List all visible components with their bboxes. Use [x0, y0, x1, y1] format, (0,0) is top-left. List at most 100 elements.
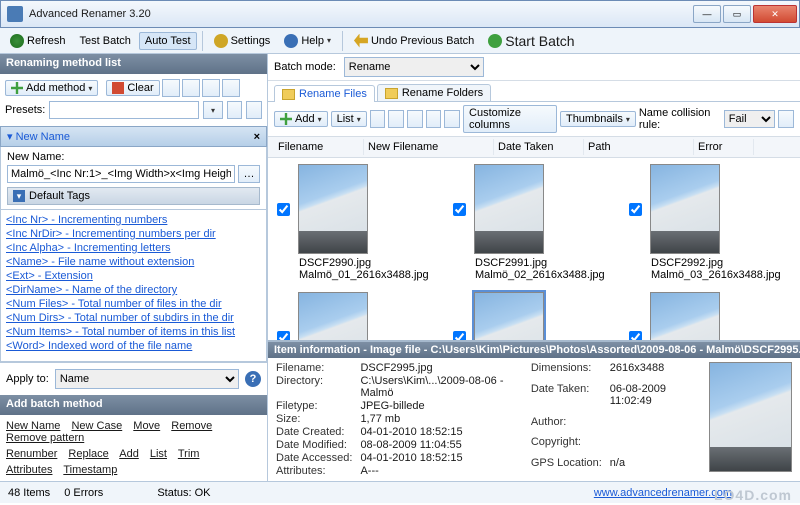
customize-columns-button[interactable]: Customize columns	[463, 105, 557, 133]
presets-dropdown[interactable]: ▾	[203, 101, 222, 119]
list-button[interactable]: List▾	[331, 111, 367, 127]
bm-replace[interactable]: Replace	[68, 448, 108, 460]
check-all-button[interactable]	[426, 110, 442, 128]
tab-rename-files[interactable]: Rename Files	[274, 85, 375, 102]
tag-link[interactable]: <Num Files> - Total number of files in t…	[6, 297, 261, 311]
chevron-down-icon: ▾	[211, 106, 215, 115]
tag-link[interactable]: <Num Items> - Total number of items in t…	[6, 325, 261, 339]
clear-button[interactable]: Clear	[106, 80, 159, 96]
website-link[interactable]: www.advancedrenamer.com	[594, 487, 732, 499]
col-datetaken[interactable]: Date Taken	[494, 139, 584, 155]
status-bar: 48 Items 0 Errors Status: OK www.advance…	[0, 481, 800, 503]
auto-test-button[interactable]: Auto Test	[139, 32, 197, 50]
tag-link[interactable]: <Ext> - Extension	[6, 269, 261, 283]
newname-input[interactable]	[7, 165, 235, 183]
newname-browse-button[interactable]: …	[238, 165, 260, 183]
batchmode-select[interactable]: Rename	[344, 57, 484, 77]
close-button[interactable]: ✕	[753, 5, 797, 23]
titlebar: Advanced Renamer 3.20 — ▭ ✕	[0, 0, 800, 28]
tag-link[interactable]: <Word> Indexed word of the file name	[6, 339, 261, 353]
add-method-button[interactable]: Add method▾	[5, 80, 98, 96]
tag-link[interactable]: <Inc NrDir> - Incrementing numbers per d…	[6, 227, 261, 241]
thumbnail[interactable]: DSCF2994.jpg	[298, 292, 368, 340]
method-panel-tab[interactable]: ▾ New Name ×	[0, 126, 267, 147]
bm-timestamp[interactable]: Timestamp	[63, 464, 117, 476]
app-icon	[7, 6, 23, 22]
bm-remove[interactable]: Remove	[171, 420, 212, 432]
tag-link[interactable]: <Name> - File name without extension	[6, 255, 261, 269]
expand-button[interactable]	[222, 79, 240, 97]
presets-label: Presets:	[5, 104, 45, 116]
preset-save-button[interactable]	[246, 101, 262, 119]
bm-new-case[interactable]: New Case	[71, 420, 122, 432]
up-button[interactable]	[388, 110, 404, 128]
thumbnail[interactable]: DSCF2996.jpg	[650, 292, 720, 340]
add-button[interactable]: Add▾	[274, 111, 328, 127]
chevron-down-icon: ▾	[626, 115, 630, 124]
batchmode-label: Batch mode:	[274, 61, 336, 73]
down-button[interactable]	[407, 110, 423, 128]
move-up-button[interactable]	[162, 79, 180, 97]
separator	[342, 31, 343, 51]
undo-icon	[354, 34, 368, 48]
help-icon[interactable]: ?	[245, 371, 261, 387]
maximize-button[interactable]: ▭	[723, 5, 751, 23]
bm-new-name[interactable]: New Name	[6, 420, 60, 432]
file-checkbox[interactable]	[277, 331, 290, 341]
collapse-button[interactable]	[202, 79, 220, 97]
move-down-button[interactable]	[182, 79, 200, 97]
bm-renumber[interactable]: Renumber	[6, 448, 57, 460]
bm-move[interactable]: Move	[133, 420, 160, 432]
tag-link[interactable]: <Num Dirs> - Total number of subdirs in …	[6, 311, 261, 325]
undo-button[interactable]: Undo Previous Batch	[348, 31, 480, 51]
chevron-down-icon: ▾	[357, 115, 361, 124]
start-batch-button[interactable]: Start Batch	[482, 30, 580, 52]
help-button[interactable]: Help▾	[278, 31, 337, 51]
method-list-header: Renaming method list	[0, 54, 267, 74]
remove-button[interactable]	[370, 110, 386, 128]
tag-link[interactable]: <DirName> - Name of the directory	[6, 283, 261, 297]
collision-config-button[interactable]	[778, 110, 794, 128]
item-info-panel: Item information - Image file - C:\Users…	[268, 340, 800, 481]
thumbnail[interactable]: DSCF2992.jpgMalmö_03_2616x3488.jpg	[650, 164, 720, 254]
file-grid: DSCF2990.jpgMalmö_01_2616x3488.jpg DSCF2…	[268, 158, 800, 340]
tag-link[interactable]: <Inc Nr> - Incrementing numbers	[6, 213, 261, 227]
bm-trim[interactable]: Trim	[178, 448, 200, 460]
folder-icon	[385, 88, 398, 99]
file-checkbox[interactable]	[629, 331, 642, 341]
play-icon	[488, 34, 502, 48]
col-filename[interactable]: Filename	[274, 139, 364, 155]
refresh-button[interactable]: Refresh	[4, 31, 72, 51]
col-path[interactable]: Path	[584, 139, 694, 155]
thumbnail-selected[interactable]: DSCF2995.jpg	[474, 292, 544, 340]
chevron-down-icon: ▾	[318, 115, 322, 124]
file-checkbox[interactable]	[629, 203, 642, 216]
bm-attributes[interactable]: Attributes	[6, 464, 52, 476]
collision-label: Name collision rule:	[639, 107, 721, 131]
thumbnail[interactable]: DSCF2990.jpgMalmö_01_2616x3488.jpg	[298, 164, 368, 254]
minimize-button[interactable]: —	[693, 5, 721, 23]
applyto-select[interactable]: Name	[55, 369, 239, 389]
col-newfilename[interactable]: New Filename	[364, 139, 494, 155]
file-checkbox[interactable]	[277, 203, 290, 216]
tag-link[interactable]: <Inc Alpha> - Incrementing letters	[6, 241, 261, 255]
plus-icon	[11, 82, 23, 94]
uncheck-all-button[interactable]	[444, 110, 460, 128]
thumbnails-button[interactable]: Thumbnails▾	[560, 111, 636, 127]
col-error[interactable]: Error	[694, 139, 754, 155]
tab-rename-folders[interactable]: Rename Folders	[377, 84, 491, 101]
test-batch-button[interactable]: Test Batch	[74, 32, 137, 50]
bm-add[interactable]: Add	[119, 448, 139, 460]
preset-open-button[interactable]	[227, 101, 243, 119]
bm-remove-pattern[interactable]: Remove pattern	[6, 432, 84, 444]
settings-button[interactable]: Settings	[208, 31, 277, 51]
bm-list[interactable]: List	[150, 448, 167, 460]
close-method-icon[interactable]: ×	[254, 131, 260, 143]
presets-input[interactable]	[49, 101, 199, 119]
file-checkbox[interactable]	[453, 203, 466, 216]
default-tags-header[interactable]: ▾ Default Tags	[7, 187, 260, 205]
file-checkbox[interactable]	[453, 331, 466, 341]
chevron-down-icon: ▾	[88, 84, 92, 93]
collision-select[interactable]: Fail	[724, 110, 776, 128]
thumbnail[interactable]: DSCF2991.jpgMalmö_02_2616x3488.jpg	[474, 164, 544, 254]
